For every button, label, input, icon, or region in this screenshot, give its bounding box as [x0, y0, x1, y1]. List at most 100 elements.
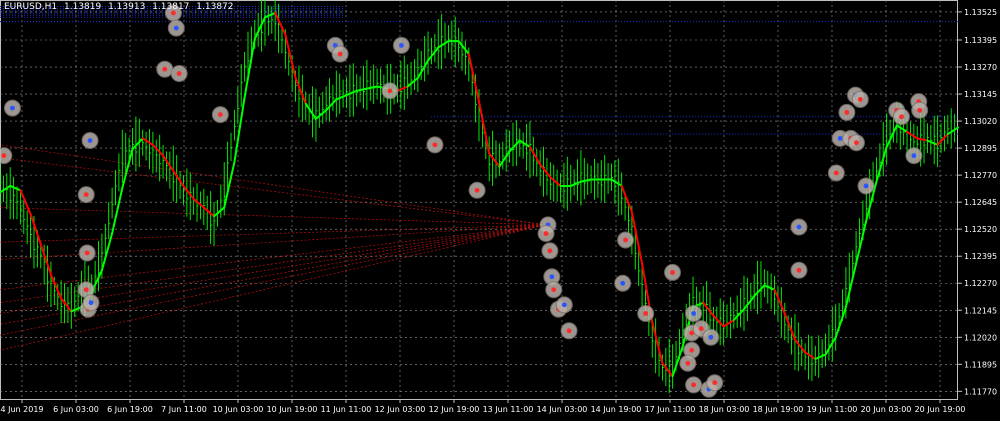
x-tick-label: 13 Jun 11:00	[483, 405, 534, 414]
moving-average-segment	[406, 76, 419, 88]
y-tick-label: 1.13145	[964, 90, 997, 99]
signal-marker-dot	[474, 187, 480, 193]
signal-marker-dot	[623, 237, 628, 243]
x-tick-label: 11 Jun 11:00	[321, 405, 372, 414]
x-tick-label: 18 Jun 19:00	[753, 405, 804, 414]
signal-marker-dot	[643, 311, 649, 316]
signal-marker-dot	[547, 248, 553, 254]
moving-average-segment	[355, 87, 368, 92]
moving-average-segment	[773, 288, 786, 315]
signal-marker-dot	[10, 105, 15, 111]
moving-average-segment	[49, 273, 63, 300]
moving-average-segment	[834, 306, 847, 339]
moving-average-segment	[885, 124, 898, 149]
signal-marker-dot	[796, 267, 802, 273]
signal-marker-dot	[84, 250, 90, 256]
x-tick-label: 14 Jun 03:00	[537, 405, 588, 414]
ohlc-close: 1.13872	[196, 2, 234, 12]
signal-marker-dot	[857, 97, 863, 102]
moving-average-segment	[875, 146, 888, 183]
moving-average-segment	[488, 152, 501, 168]
moving-average-segment	[396, 85, 409, 92]
moving-average-segment	[233, 96, 246, 164]
moving-average-segment	[304, 102, 317, 120]
signal-marker-dot	[837, 135, 843, 141]
x-tick-label: 20 Jun 19:00	[915, 405, 966, 414]
moving-average-segment	[855, 219, 868, 265]
y-tick-label: 1.12770	[964, 171, 997, 180]
signal-marker-dot	[911, 153, 917, 159]
moving-average-segment	[579, 178, 593, 183]
y-tick-label: 1.11770	[964, 387, 997, 396]
moving-average-segment	[946, 126, 959, 136]
moving-average-segment	[284, 33, 297, 79]
moving-average-segment	[467, 53, 480, 103]
moving-average-segment	[314, 109, 328, 120]
signal-marker-dot	[854, 140, 859, 146]
y-tick-label: 1.12895	[964, 144, 997, 153]
signal-marker-dot	[844, 110, 850, 115]
moving-average-segment	[763, 284, 776, 291]
signal-marker-dot	[83, 287, 89, 293]
signal-marker-dot	[561, 302, 567, 308]
moving-average-segment	[661, 362, 674, 378]
x-tick-label: 20 Jun 03:00	[861, 405, 912, 414]
moving-average-segment	[498, 150, 511, 168]
moving-average-segment	[742, 295, 756, 311]
moving-average-segment	[528, 146, 542, 166]
signal-marker-dot	[176, 71, 182, 76]
moving-average-segment	[844, 262, 858, 309]
moving-average-segment	[549, 176, 562, 187]
moving-average-segment	[223, 161, 236, 209]
y-tick-label: 1.12395	[964, 252, 997, 261]
signal-marker-dot	[670, 270, 675, 275]
signal-marker-dot	[387, 88, 393, 94]
x-tick-label: 4 Jun 2019	[0, 405, 43, 414]
signal-marker-dot	[566, 328, 572, 334]
x-tick-label: 10 Jun 19:00	[267, 405, 318, 414]
moving-average-segment	[793, 338, 807, 354]
moving-average-segment	[172, 169, 185, 187]
moving-average-segment	[182, 184, 195, 200]
chart-canvas[interactable]: 1.13525 1.13395 1.13270 1.13145 1.13020 1.128…	[0, 0, 1000, 417]
moving-average-segment	[437, 40, 450, 49]
plot-frame	[0, 0, 958, 400]
moving-average-segment	[345, 89, 358, 97]
x-tick-label: 6 Jun 19:00	[107, 405, 153, 414]
moving-average-segment	[243, 37, 256, 99]
ohlc-low: 1.13817	[152, 2, 190, 12]
moving-average-segment	[213, 206, 226, 218]
signal-marker-dot	[899, 114, 904, 120]
signal-marker-dot	[685, 360, 691, 366]
signal-marker-dot	[863, 183, 869, 189]
signal-marker-dot	[689, 347, 695, 353]
moving-average-segment	[192, 197, 205, 209]
signal-marker-dot	[551, 287, 557, 293]
y-tick-label: 1.12020	[964, 333, 997, 342]
moving-average-segment	[416, 59, 430, 79]
moving-average-segment	[824, 336, 837, 356]
y-tick-label: 1.12520	[964, 225, 997, 234]
moving-average-segment	[202, 206, 216, 218]
signal-marker-dot	[88, 300, 94, 306]
signal-marker-dot	[712, 380, 718, 386]
x-tick-label: 18 Jun 03:00	[699, 405, 750, 414]
signal-marker-dot	[543, 231, 549, 236]
moving-average-segment	[9, 184, 22, 192]
moving-average-segment	[121, 148, 134, 190]
moving-average-segment	[926, 139, 939, 146]
y-tick-label: 1.12645	[964, 198, 997, 207]
signal-marker-dot	[87, 138, 93, 143]
moving-average-segment	[478, 100, 491, 155]
moving-average-segment	[162, 154, 175, 172]
moving-average-segment	[274, 11, 287, 36]
price-chart[interactable]: EURUSD,H1 1.13819 1.13913 1.13817 1.1387…	[0, 0, 1000, 417]
signal-marker-dot	[162, 66, 168, 72]
signal-marker-dot	[337, 51, 343, 57]
x-tick-label: 12 Jun 19:00	[429, 405, 480, 414]
moving-average-segment	[814, 353, 827, 360]
signal-marker-dot	[698, 326, 704, 332]
signal-marker-dot	[549, 274, 555, 280]
chart-header: EURUSD,H1 1.13819 1.13913 1.13817 1.1387…	[4, 2, 238, 12]
moving-average-segment	[518, 139, 531, 149]
